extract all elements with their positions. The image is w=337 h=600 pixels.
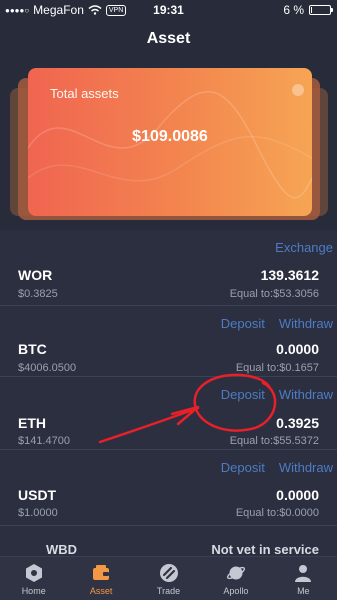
coin-price: $0.3825 bbox=[18, 288, 58, 300]
coin-equal-value: Equal to:$55.5372 bbox=[229, 435, 319, 447]
tab-label: Apollo bbox=[223, 586, 249, 596]
tab-home[interactable]: Home bbox=[0, 557, 67, 600]
total-assets-label: Total assets bbox=[50, 86, 119, 101]
coin-symbol: USDT bbox=[18, 487, 57, 503]
deposit-button[interactable]: Deposit bbox=[221, 387, 265, 402]
asset-actions: Deposit Withdraw bbox=[221, 316, 333, 331]
coin-equal-value: Equal to:$0.1657 bbox=[235, 362, 319, 374]
total-assets-card[interactable]: Total assets $109.0086 bbox=[28, 68, 312, 216]
coin-symbol: ETH bbox=[18, 415, 46, 431]
deposit-button[interactable]: Deposit bbox=[221, 316, 265, 331]
tab-label: Me bbox=[297, 586, 310, 596]
battery-percent: 6 % bbox=[283, 3, 304, 17]
person-icon bbox=[295, 565, 312, 582]
tab-asset[interactable]: Asset bbox=[67, 557, 134, 600]
coin-symbol: WBD bbox=[46, 542, 78, 557]
header: Asset bbox=[0, 20, 337, 60]
coin-amount: 0.0000 bbox=[276, 487, 319, 503]
tab-label: Asset bbox=[89, 586, 113, 596]
wallet-icon bbox=[93, 565, 110, 580]
exchange-icon bbox=[159, 564, 178, 582]
asset-actions: Deposit Withdraw bbox=[221, 460, 333, 475]
coin-equal-value: Equal to:$53.3056 bbox=[229, 288, 319, 300]
deposit-button[interactable]: Deposit bbox=[221, 460, 265, 475]
tab-apollo[interactable]: Apollo bbox=[202, 557, 269, 600]
asset-row-wor[interactable]: Exchange WOR $0.3825 139.3612 Equal to:$… bbox=[0, 230, 337, 306]
coin-amount: 0.0000 bbox=[276, 341, 319, 357]
asset-row-usdt[interactable]: Deposit Withdraw USDT $1.0000 0.0000 Equ… bbox=[0, 450, 337, 526]
asset-row-btc[interactable]: Deposit Withdraw BTC $4006.0500 0.0000 E… bbox=[0, 306, 337, 377]
asset-row-eth[interactable]: Deposit Withdraw ETH $141.4700 0.3925 Eq… bbox=[0, 377, 337, 450]
battery-icon bbox=[309, 5, 333, 15]
coin-symbol: WOR bbox=[18, 267, 53, 283]
coin-amount: 139.3612 bbox=[260, 267, 319, 283]
asset-actions: Exchange bbox=[275, 240, 333, 255]
total-assets-value: $109.0086 bbox=[132, 128, 208, 145]
coin-equal-value: Equal to:$0.0000 bbox=[235, 507, 319, 519]
status-bar: ●●●●○ MegaFon VPN 19:31 6 % bbox=[0, 0, 337, 20]
tab-bar: Home Asset Trade Apollo Me bbox=[0, 556, 337, 600]
withdraw-button[interactable]: Withdraw bbox=[279, 460, 333, 475]
asset-actions: Deposit Withdraw bbox=[221, 387, 333, 402]
hexagon-icon bbox=[25, 564, 42, 582]
battery-level-fill bbox=[311, 7, 312, 13]
withdraw-button[interactable]: Withdraw bbox=[279, 387, 333, 402]
coin-price: $1.0000 bbox=[18, 507, 58, 519]
asset-list[interactable]: Exchange WOR $0.3825 139.3612 Equal to:$… bbox=[0, 230, 337, 556]
coin-amount: 0.3925 bbox=[276, 415, 319, 431]
tab-trade[interactable]: Trade bbox=[135, 557, 202, 600]
total-assets-section: Total assets $109.0086 bbox=[0, 60, 337, 230]
tab-label: Home bbox=[21, 586, 46, 596]
withdraw-button[interactable]: Withdraw bbox=[279, 316, 333, 331]
tab-me[interactable]: Me bbox=[270, 557, 337, 600]
tab-label: Trade bbox=[156, 586, 181, 596]
service-status: Not vet in service bbox=[211, 542, 319, 557]
coin-price: $141.4700 bbox=[18, 435, 70, 447]
status-right: 6 % bbox=[283, 3, 333, 17]
coin-symbol: BTC bbox=[18, 341, 47, 357]
coin-price: $4006.0500 bbox=[18, 362, 77, 374]
exchange-button[interactable]: Exchange bbox=[275, 240, 333, 255]
planet-icon bbox=[226, 566, 245, 580]
page-title: Asset bbox=[146, 30, 191, 47]
asset-row-wbd[interactable]: WBD Not vet in service bbox=[0, 538, 337, 557]
